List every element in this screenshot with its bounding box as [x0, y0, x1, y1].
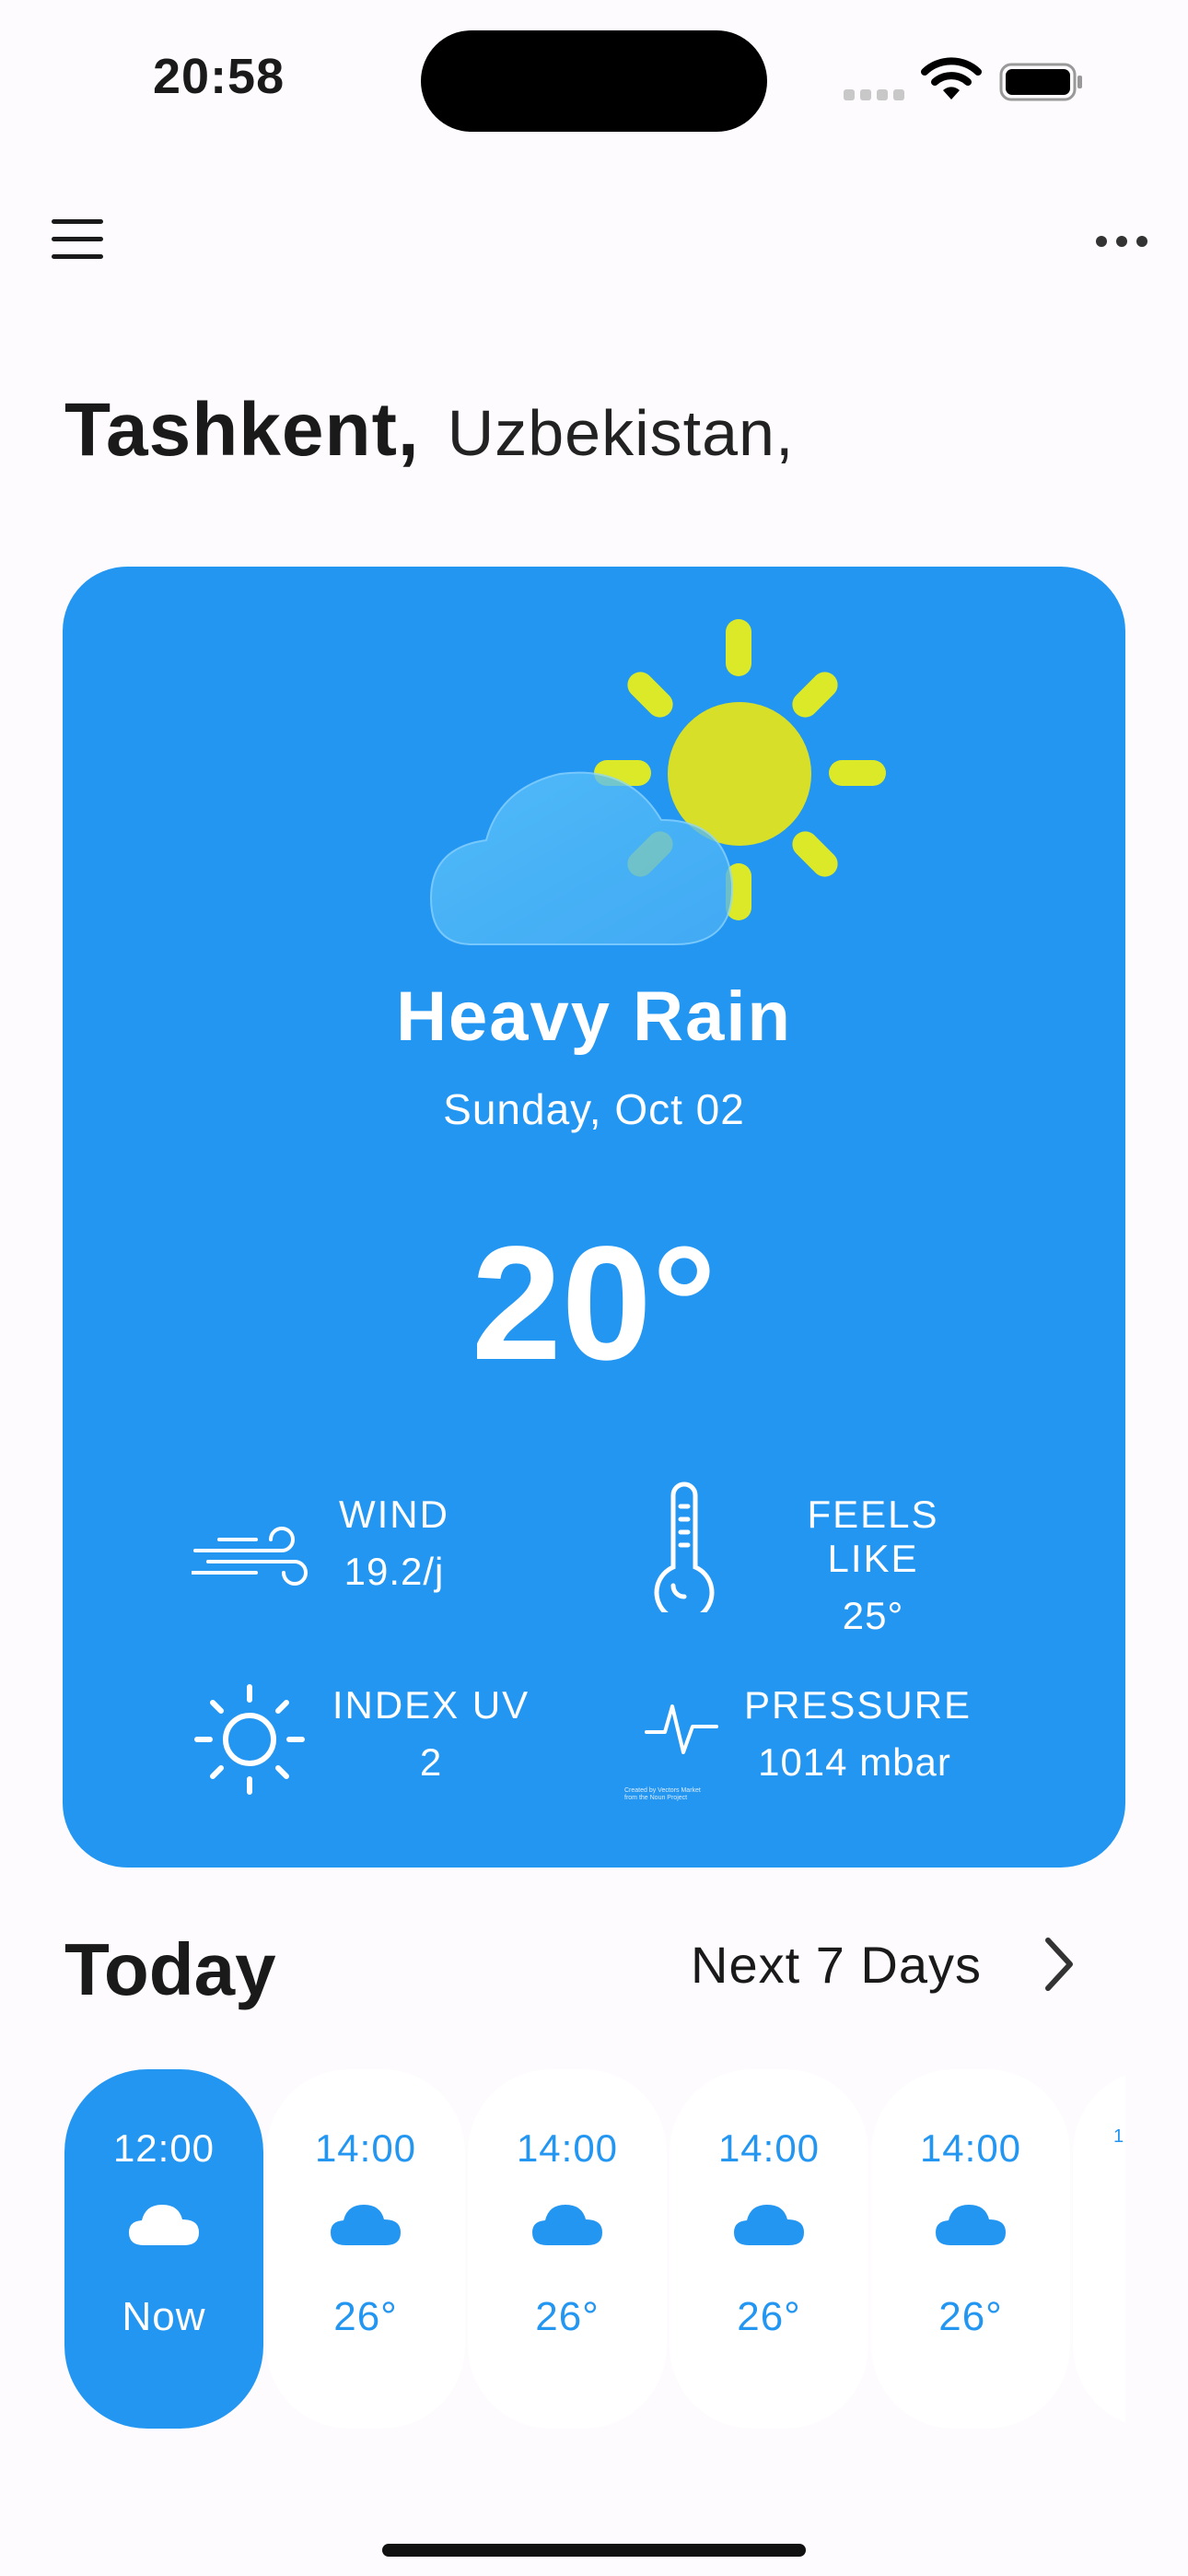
cloud-icon: [734, 2205, 804, 2245]
hamburger-menu-icon[interactable]: [52, 219, 103, 262]
wind-icon: [192, 1527, 308, 1586]
uv-index-label: INDEX UV: [332, 1683, 530, 1727]
hour-temperature: 26°: [535, 2294, 600, 2339]
weather-condition: Heavy Rain: [396, 978, 792, 1056]
hour-time: 14:00: [516, 2126, 619, 2170]
hour-temperature: 26°: [333, 2294, 398, 2339]
hour-card[interactable]: 14:00 26°: [871, 2069, 1070, 2429]
more-options-icon[interactable]: [1096, 230, 1147, 252]
hour-temperature: 26°: [938, 2294, 1003, 2339]
current-temperature: 20°: [471, 1213, 717, 1394]
hour-card[interactable]: 14:00 26°: [468, 2069, 667, 2429]
city-name: Tashkent,: [64, 388, 420, 472]
dynamic-island: [421, 30, 767, 132]
hour-card[interactable]: 14:00 26°: [266, 2069, 465, 2429]
home-indicator[interactable]: [382, 2544, 806, 2557]
feels-like-value: 25°: [842, 1594, 904, 1637]
pressure-stat: PRESSURE 1014 mbar: [744, 1683, 973, 1785]
pulse-icon: [645, 1704, 718, 1754]
weather-date: Sunday, Oct 02: [443, 1085, 745, 1133]
status-time: 20:58: [153, 49, 285, 104]
hour-time: 12:00: [112, 2126, 215, 2170]
current-weather-card: Heavy Rain Sunday, Oct 02 20° WIND 19.2/…: [63, 567, 1125, 1868]
today-title: Today: [64, 1928, 276, 2010]
uv-index-value: 2: [419, 1740, 443, 1784]
hour-card-partial[interactable]: 1: [1073, 2069, 1125, 2429]
hour-temperature: 26°: [737, 2294, 801, 2339]
status-icons: [838, 57, 1087, 103]
hourly-forecast-list[interactable]: 12:00 Now 14:00 26° 14:00 26° 14:00 26° …: [64, 2069, 1125, 2429]
pressure-value: 1014 mbar: [758, 1740, 951, 1784]
chevron-right-icon[interactable]: [1039, 1935, 1079, 1994]
wind-value: 19.2/j: [344, 1550, 445, 1593]
uv-index-stat: INDEX UV 2: [330, 1683, 532, 1785]
cloud-icon: [129, 2205, 199, 2245]
location-heading: Tashkent, Uzbekistan,: [64, 387, 794, 474]
pressure-label: PRESSURE: [744, 1683, 973, 1727]
sun-icon: [194, 1684, 305, 1795]
hour-time: 14:00: [919, 2126, 1022, 2170]
feels-like-label: FEELS LIKE: [807, 1493, 939, 1580]
hour-time: 14:00: [717, 2126, 821, 2170]
wind-label: WIND: [339, 1493, 449, 1536]
hour-time: 1: [1113, 2126, 1125, 2147]
cellular-signal-icon: [844, 88, 910, 105]
country-name: Uzbekistan,: [447, 397, 795, 469]
cloud-icon: [532, 2205, 602, 2245]
cloud-icon: [936, 2205, 1006, 2245]
wind-stat: WIND 19.2/j: [330, 1493, 459, 1594]
icon-credit: Created by Vectors Market from the Noun …: [624, 1787, 701, 1801]
thermometer-icon: [654, 1481, 715, 1612]
battery-icon: [999, 63, 1082, 101]
feels-like-stat: FEELS LIKE 25°: [763, 1493, 984, 1638]
hour-card[interactable]: 14:00 26°: [670, 2069, 868, 2429]
wifi-icon: [921, 57, 982, 100]
partly-cloudy-sun-icon: [429, 619, 886, 945]
hour-card-now[interactable]: 12:00 Now: [64, 2069, 263, 2429]
next-7-days-link[interactable]: Next 7 Days: [691, 1935, 982, 1995]
cloud-icon: [331, 2205, 401, 2245]
hour-label: Now: [122, 2294, 206, 2339]
hour-time: 14:00: [314, 2126, 417, 2170]
